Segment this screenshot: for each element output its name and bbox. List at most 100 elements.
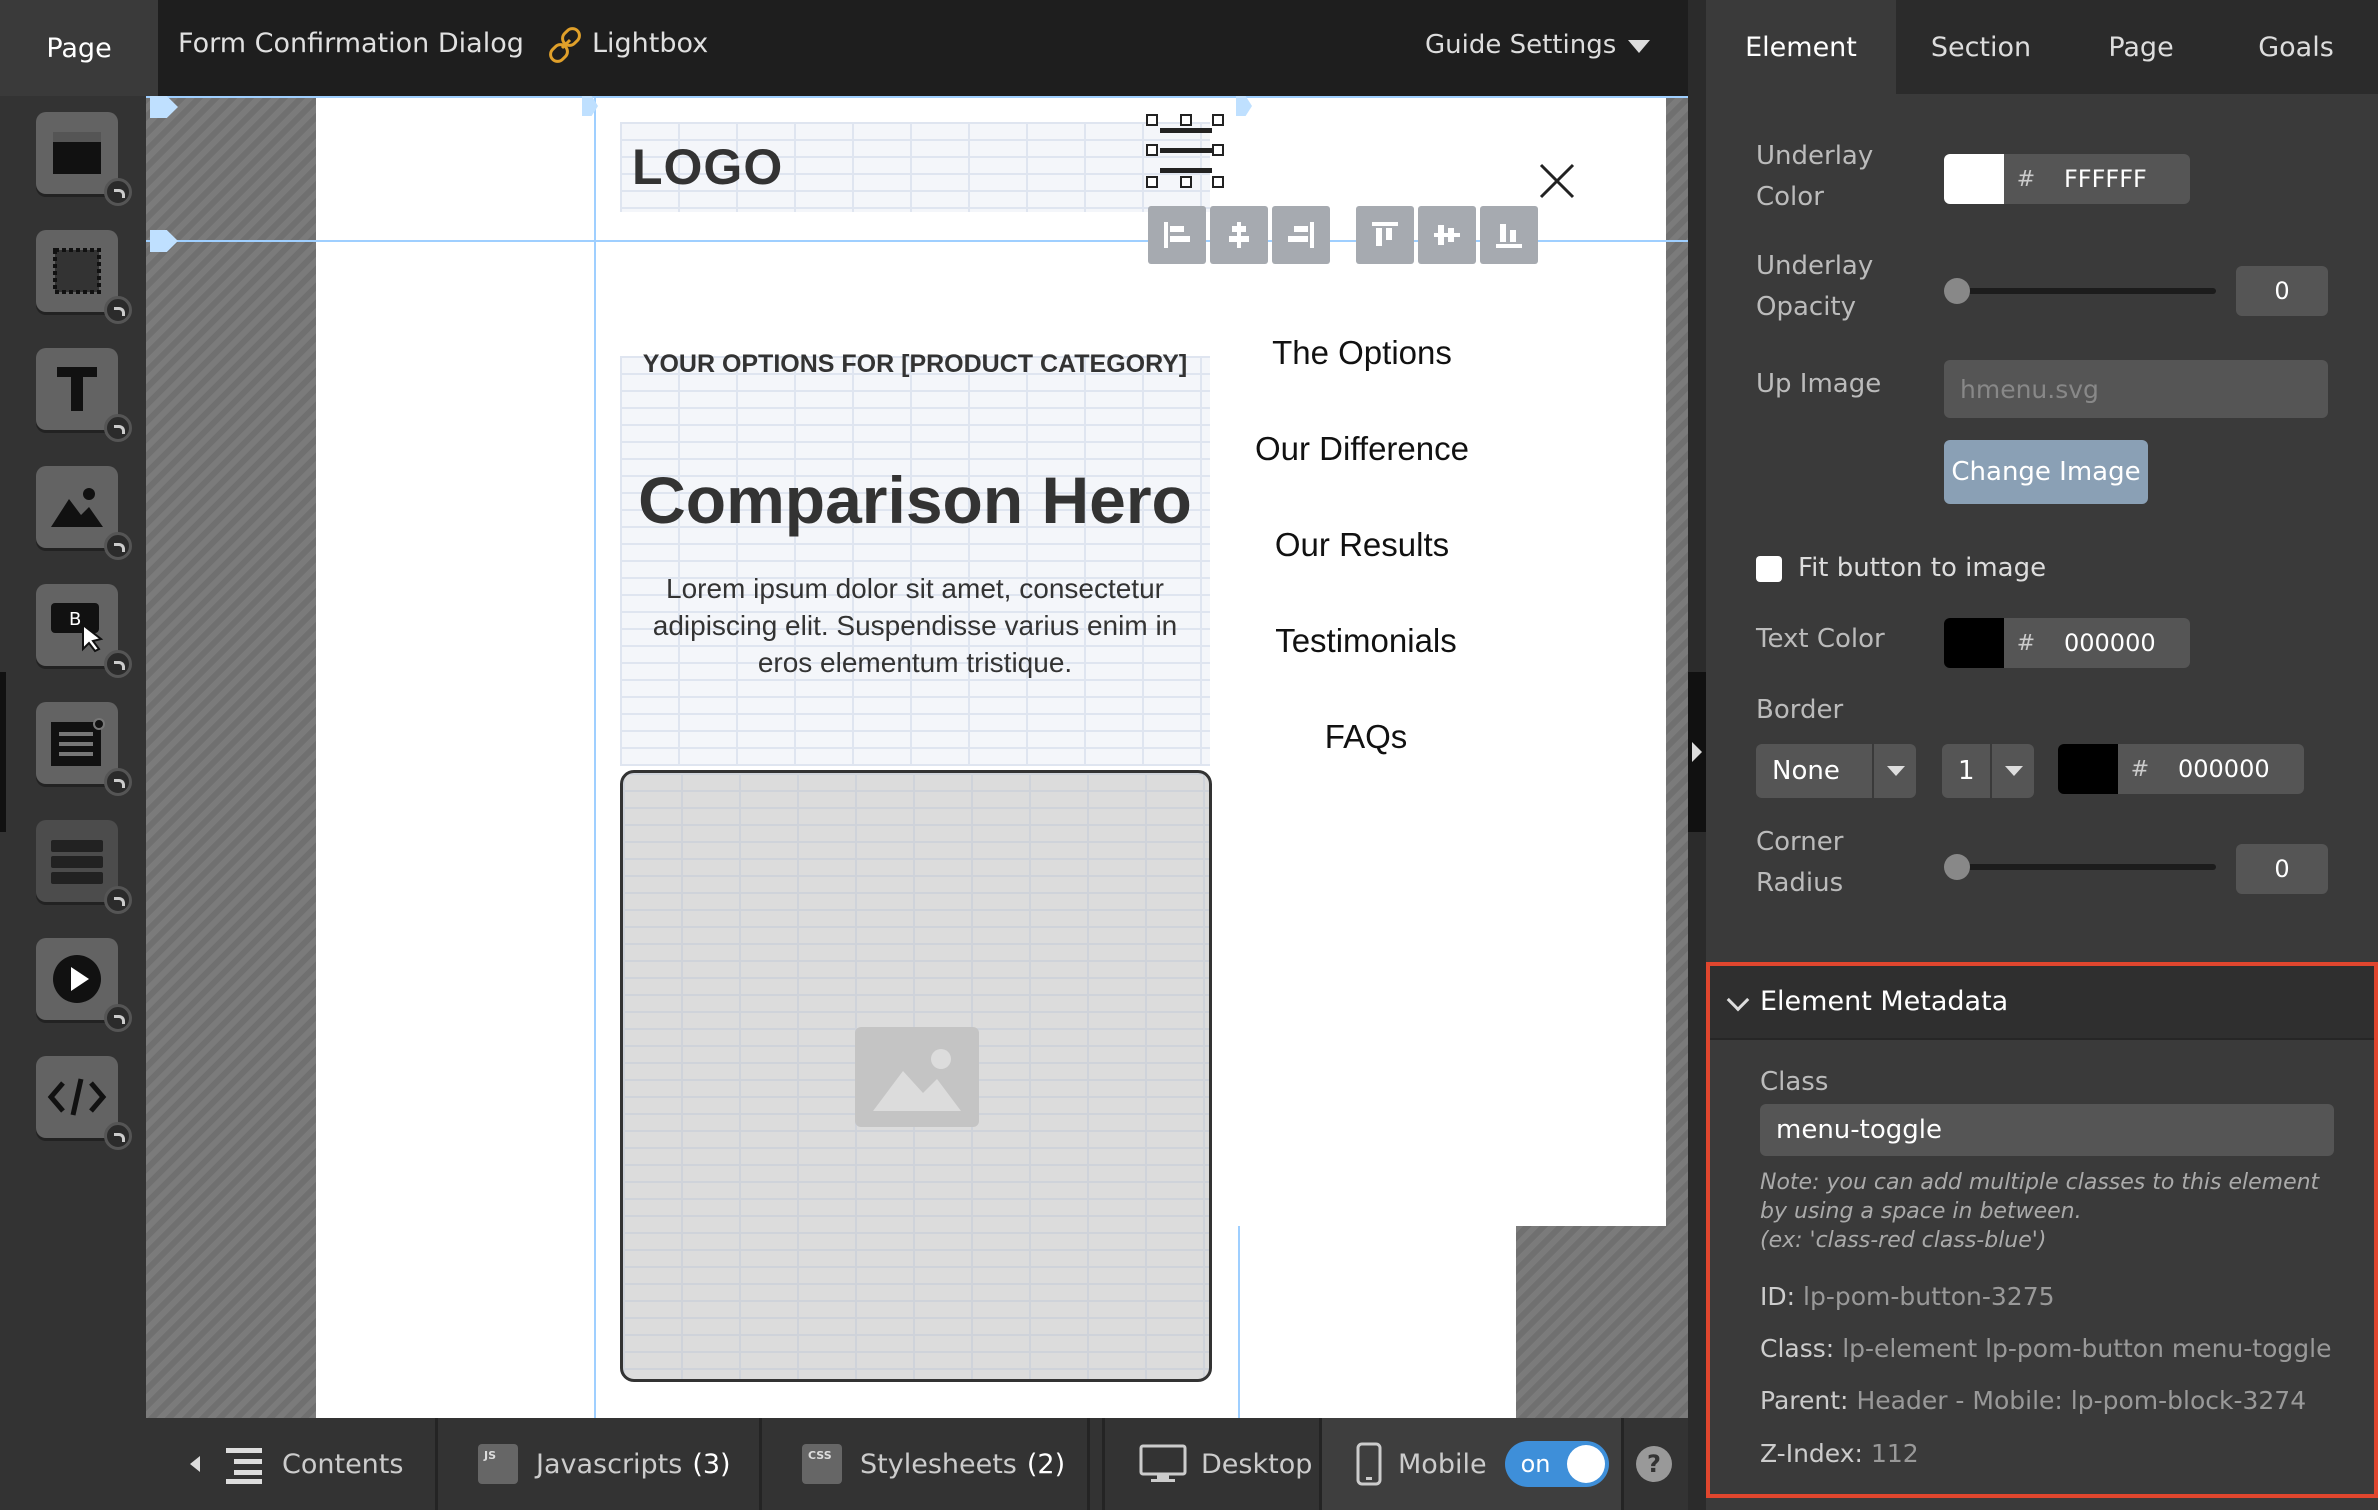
fit-button-label[interactable]: Fit button to image <box>1798 548 2046 589</box>
metadata-title: Element Metadata <box>1760 986 2009 1017</box>
resize-handle[interactable] <box>1146 176 1158 188</box>
align-right-icon[interactable] <box>1272 206 1330 264</box>
nav-link-results[interactable]: Our Results <box>1232 526 1492 564</box>
hero-body-text[interactable]: Lorem ipsum dolor sit amet, consectetur … <box>630 570 1200 681</box>
underlay-color-swatch[interactable] <box>1944 154 2004 204</box>
tab-section[interactable]: Section <box>1896 0 2066 94</box>
expand-icon[interactable] <box>104 1004 132 1032</box>
page-tab[interactable]: Page <box>0 0 158 96</box>
left-panel-handle[interactable] <box>0 672 6 832</box>
hero-text-box[interactable] <box>620 356 1210 766</box>
expand-icon[interactable] <box>104 768 132 796</box>
guide-marker-icon[interactable] <box>150 230 178 252</box>
nav-link-difference[interactable]: Our Difference <box>1232 430 1492 468</box>
guide-marker-icon[interactable] <box>150 96 178 118</box>
class-row-label: Class: <box>1760 1334 1835 1363</box>
guide-line[interactable] <box>594 96 596 1418</box>
border-color-hex[interactable]: 000000 <box>2162 744 2304 794</box>
nav-link-faqs[interactable]: FAQs <box>1236 718 1496 756</box>
breadcrumb-form-confirmation[interactable]: Form Confirmation Dialog <box>178 28 524 59</box>
tab-goals[interactable]: Goals <box>2216 0 2376 94</box>
align-center-icon[interactable] <box>1210 206 1268 264</box>
metadata-parent-row: Parent: Header - Mobile: lp-pom-block-327… <box>1760 1386 2306 1415</box>
image-tool-icon[interactable] <box>36 466 132 560</box>
mobile-toggle[interactable]: on <box>1504 1441 1609 1487</box>
contents-button[interactable]: Contents <box>146 1418 438 1510</box>
resize-handle[interactable] <box>1146 114 1158 126</box>
menu-toggle-button[interactable] <box>1146 114 1226 190</box>
logo-box[interactable]: LOGO <box>620 122 1210 212</box>
border-label: Border <box>1756 695 1844 725</box>
change-image-button[interactable]: Change Image <box>1944 440 2148 504</box>
resize-handle[interactable] <box>1146 144 1158 156</box>
javascripts-count: (3) <box>692 1448 731 1480</box>
chevron-down-icon[interactable] <box>1872 744 1916 798</box>
text-tool-icon[interactable] <box>36 348 132 442</box>
editor-canvas[interactable]: LOGO YOUR OPTIONS FOR [PRODUCT CATEGORY]… <box>146 96 1688 1418</box>
box-tool-icon[interactable] <box>36 230 132 324</box>
text-color-label: Text Color <box>1756 624 1885 654</box>
border-width-select[interactable]: 1 <box>1942 744 2034 798</box>
custom-html-tool-icon[interactable] <box>36 1056 132 1150</box>
border-color-swatch[interactable] <box>2058 744 2118 794</box>
align-top-icon[interactable] <box>1356 206 1414 264</box>
collapse-panel-handle[interactable] <box>1688 672 1706 832</box>
tab-page[interactable]: Page <box>2066 0 2216 94</box>
slider-knob[interactable] <box>1944 278 1970 304</box>
resize-handle[interactable] <box>1212 144 1224 156</box>
class-input[interactable]: menu-toggle <box>1760 1104 2334 1156</box>
expand-icon[interactable] <box>104 886 132 914</box>
metadata-header[interactable]: Element Metadata <box>1710 966 2374 1040</box>
help-icon[interactable]: ? <box>1636 1446 1672 1482</box>
underlay-color-hex[interactable]: FFFFFF <box>2048 154 2190 204</box>
fit-button-checkbox[interactable] <box>1756 556 1782 582</box>
link-icon <box>549 27 581 63</box>
text-color-hex[interactable]: 000000 <box>2048 618 2190 668</box>
resize-handle[interactable] <box>1212 114 1224 126</box>
underlay-opacity-value[interactable]: 0 <box>2236 266 2328 316</box>
align-left-icon[interactable] <box>1148 206 1206 264</box>
stylesheets-button[interactable]: CSS Stylesheets (2) <box>762 1418 1090 1510</box>
social-tool-icon[interactable] <box>36 820 132 914</box>
corner-radius-slider[interactable] <box>1946 864 2216 870</box>
align-bottom-icon[interactable] <box>1480 206 1538 264</box>
video-tool-icon[interactable] <box>36 938 132 1032</box>
hero-eyebrow[interactable]: YOUR OPTIONS FOR [PRODUCT CATEGORY] <box>620 350 1210 379</box>
mobile-view-button[interactable]: Mobile on <box>1322 1418 1624 1510</box>
expand-icon[interactable] <box>104 414 132 442</box>
mobile-icon <box>1356 1442 1382 1486</box>
hero-title[interactable]: Comparison Hero <box>608 462 1222 538</box>
section-tool-icon[interactable] <box>36 112 132 206</box>
nav-link-testimonials[interactable]: Testimonials <box>1236 622 1496 660</box>
desktop-view-button[interactable]: Desktop <box>1102 1418 1322 1510</box>
guide-line[interactable] <box>1238 1226 1240 1418</box>
chevron-down-icon[interactable] <box>1990 744 2034 798</box>
caret-down-icon[interactable] <box>1628 40 1650 53</box>
close-icon[interactable] <box>1538 162 1576 200</box>
align-middle-icon[interactable] <box>1418 206 1476 264</box>
resize-handle[interactable] <box>1180 114 1192 126</box>
tab-element[interactable]: Element <box>1706 0 1896 94</box>
border-style-select[interactable]: None <box>1756 744 1916 798</box>
image-placeholder[interactable] <box>620 770 1212 1382</box>
nav-link-options[interactable]: The Options <box>1232 334 1492 372</box>
javascripts-button[interactable]: JS Javascripts (3) <box>438 1418 762 1510</box>
breadcrumb-lightbox[interactable]: Lightbox <box>592 28 708 59</box>
guide-settings-button[interactable]: Guide Settings <box>1425 30 1616 60</box>
expand-icon[interactable] <box>104 1122 132 1150</box>
expand-icon[interactable] <box>104 650 132 678</box>
up-image-input[interactable]: hmenu.svg <box>1944 360 2328 418</box>
expand-icon[interactable] <box>104 178 132 206</box>
resize-handle[interactable] <box>1212 176 1224 188</box>
chevron-down-icon[interactable] <box>1726 988 1750 1012</box>
resize-handle[interactable] <box>1180 176 1192 188</box>
corner-radius-value[interactable]: 0 <box>2236 844 2328 894</box>
expand-icon[interactable] <box>104 296 132 324</box>
expand-icon[interactable] <box>104 532 132 560</box>
form-tool-icon[interactable] <box>36 702 132 796</box>
text-color-swatch[interactable] <box>1944 618 2004 668</box>
caret-left-icon[interactable] <box>186 1454 202 1474</box>
button-tool-icon[interactable]: B <box>36 584 132 678</box>
underlay-opacity-slider[interactable] <box>1946 288 2216 294</box>
slider-knob[interactable] <box>1944 854 1970 880</box>
